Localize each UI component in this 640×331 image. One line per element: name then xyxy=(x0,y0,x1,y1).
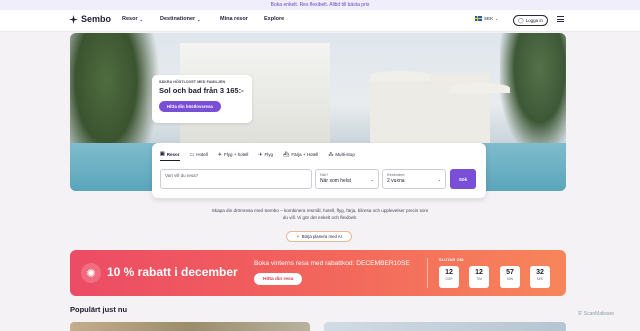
search-widget: ▣ Resor ▭ Hotell ✈ Flyg + hotell ✈ Flyg ⛴ Fär… xyxy=(152,143,486,198)
user-icon: ◯ xyxy=(518,17,524,24)
deal-subtitle: Boka vinterns resa med rabattkod: DECEMB… xyxy=(254,260,410,267)
nav-resor-label: Resor xyxy=(122,16,138,22)
tab-label: Multi-stop xyxy=(335,152,355,157)
hero-promo-card: SÄKRA HÖSTLOVET MED FAMILJEN Sol och bad… xyxy=(152,75,252,123)
tab-farja-hotell[interactable]: ⛴ Färja + Hotell xyxy=(283,151,318,161)
sparkle-icon: ✦ xyxy=(296,233,300,239)
tab-hotell[interactable]: ▭ Hotell xyxy=(190,151,208,161)
chevron-down-icon: ⌄ xyxy=(370,177,374,182)
login-label: Logga in xyxy=(525,18,543,23)
plane-hotel-icon: ✈ xyxy=(217,151,222,158)
chevron-down-icon: ⌄ xyxy=(495,16,499,21)
countdown-days: 12 DGR xyxy=(439,266,459,288)
ai-planner-label: Börja planera med AI xyxy=(301,234,342,239)
nav-destinationer-label: Destinationer xyxy=(160,16,196,22)
currency-label: SEK xyxy=(484,16,494,21)
tab-flyg[interactable]: ✈ Flyg xyxy=(258,151,273,161)
nav-destinationer[interactable]: Destinationer ⌄ xyxy=(160,16,201,22)
countdown-unit: MIN xyxy=(507,277,513,281)
date-selector[interactable]: När? När som helst ⌄ xyxy=(315,169,379,189)
countdown-unit: DGR xyxy=(445,277,453,281)
tab-label: Resor xyxy=(166,151,180,157)
deal-title: 10 % rabatt i december xyxy=(107,265,238,279)
countdown-seconds: 32 SEK xyxy=(530,266,550,288)
hero-umbrella xyxy=(450,83,510,93)
tab-multi-stop[interactable]: ⁂ Multi-stop xyxy=(328,151,355,161)
tab-label: Flyg + hotell xyxy=(223,152,249,157)
countdown-unit: SEK xyxy=(536,277,544,281)
tab-flyg-hotell[interactable]: ✈ Flyg + hotell xyxy=(218,151,249,161)
date-value: När som helst xyxy=(320,178,351,184)
deal-banner: ✺ 10 % rabatt i december Boka vinterns r… xyxy=(70,250,566,296)
ferry-icon: ⛴ xyxy=(283,151,290,158)
promo-title: Sol och bad från 3 165:- xyxy=(159,86,244,95)
travelers-value: 2 vuxna xyxy=(387,178,405,184)
tab-label: Flyg xyxy=(264,152,274,157)
nav-explore[interactable]: Explore xyxy=(264,16,284,22)
tab-label: Hotell xyxy=(196,152,208,157)
nav-resor[interactable]: Resor ⌄ xyxy=(122,16,143,22)
announcement-bar: Boka enkelt. Res flexibelt. Alltid till … xyxy=(0,0,640,10)
deal-cta-button[interactable]: Hitta din resa xyxy=(254,273,303,285)
countdown-label: SLUTAR OM: xyxy=(439,258,465,262)
destination-placeholder: Vart vill du resa? xyxy=(165,173,199,178)
popular-card[interactable] xyxy=(70,322,310,331)
sweden-flag-icon xyxy=(475,16,482,21)
tab-label: Färja + Hotell xyxy=(291,152,319,157)
shield-icon: ⛨ xyxy=(578,311,582,317)
intro-text: Skapa din drömresa med Sembo – kombinera… xyxy=(211,208,429,220)
search-button[interactable]: Sök xyxy=(450,169,476,189)
plane-icon: ✈ xyxy=(258,151,263,158)
tab-resor[interactable]: ▣ Resor xyxy=(160,151,180,161)
chevron-down-icon: ⌄ xyxy=(197,16,201,22)
countdown-unit: TIM xyxy=(476,277,482,281)
chevron-down-icon: ⌄ xyxy=(139,16,143,22)
search-tabs: ▣ Resor ▭ Hotell ✈ Flyg + hotell ✈ Flyg ⛴ Fär… xyxy=(160,151,355,161)
nav-mina-resor-label: Mina resor xyxy=(220,16,248,22)
nav-explore-label: Explore xyxy=(264,16,285,22)
travelers-selector[interactable]: Resenärer 2 vuxna ⌄ xyxy=(382,169,446,189)
brand-name: Sembo xyxy=(81,14,112,24)
popular-card[interactable] xyxy=(324,322,566,331)
countdown-value: 12 xyxy=(475,269,483,276)
countdown-value: 12 xyxy=(445,269,453,276)
countdown-value: 57 xyxy=(506,269,514,276)
date-label: När? xyxy=(320,173,329,177)
ai-planner-button[interactable]: ✦ Börja planera med AI xyxy=(286,231,352,242)
countdown-minutes: 57 MIN xyxy=(500,266,520,288)
hero-palm-right xyxy=(500,33,566,153)
suitcase-icon: ▣ xyxy=(160,151,165,157)
popular-heading: Populärt just nu xyxy=(70,305,128,314)
promo-kicker: SÄKRA HÖSTLOVET MED FAMILJEN xyxy=(159,80,226,84)
countdown-value: 32 xyxy=(536,269,544,276)
brand-logo[interactable]: Sembo xyxy=(69,14,111,24)
watermark: ⛨ ScanMalware xyxy=(578,311,614,317)
multi-stop-icon: ⁂ xyxy=(328,151,334,158)
currency-selector[interactable]: SEK ⌄ xyxy=(475,16,498,21)
chevron-down-icon: ⌄ xyxy=(437,177,441,182)
travelers-label: Resenärer xyxy=(387,173,405,177)
promo-cta-button[interactable]: Hitta din höstlovsresa xyxy=(159,101,221,112)
sun-icon: ✺ xyxy=(81,263,101,283)
hamburger-menu-icon[interactable] xyxy=(557,16,564,22)
login-button[interactable]: ◯ Logga in xyxy=(513,15,548,26)
hero-umbrella xyxy=(370,71,430,81)
watermark-label: ScanMalware xyxy=(583,311,615,317)
deal-divider xyxy=(427,258,428,288)
destination-input[interactable]: Vart vill du resa? xyxy=(160,169,312,189)
nav-mina-resor[interactable]: Mina resor xyxy=(220,16,248,22)
top-nav: Sembo Resor ⌄ Destinationer ⌄ Mina resor… xyxy=(0,10,640,32)
countdown-hours: 12 TIM xyxy=(469,266,489,288)
sembo-logo-icon xyxy=(69,14,78,24)
bed-icon: ▭ xyxy=(189,151,195,158)
